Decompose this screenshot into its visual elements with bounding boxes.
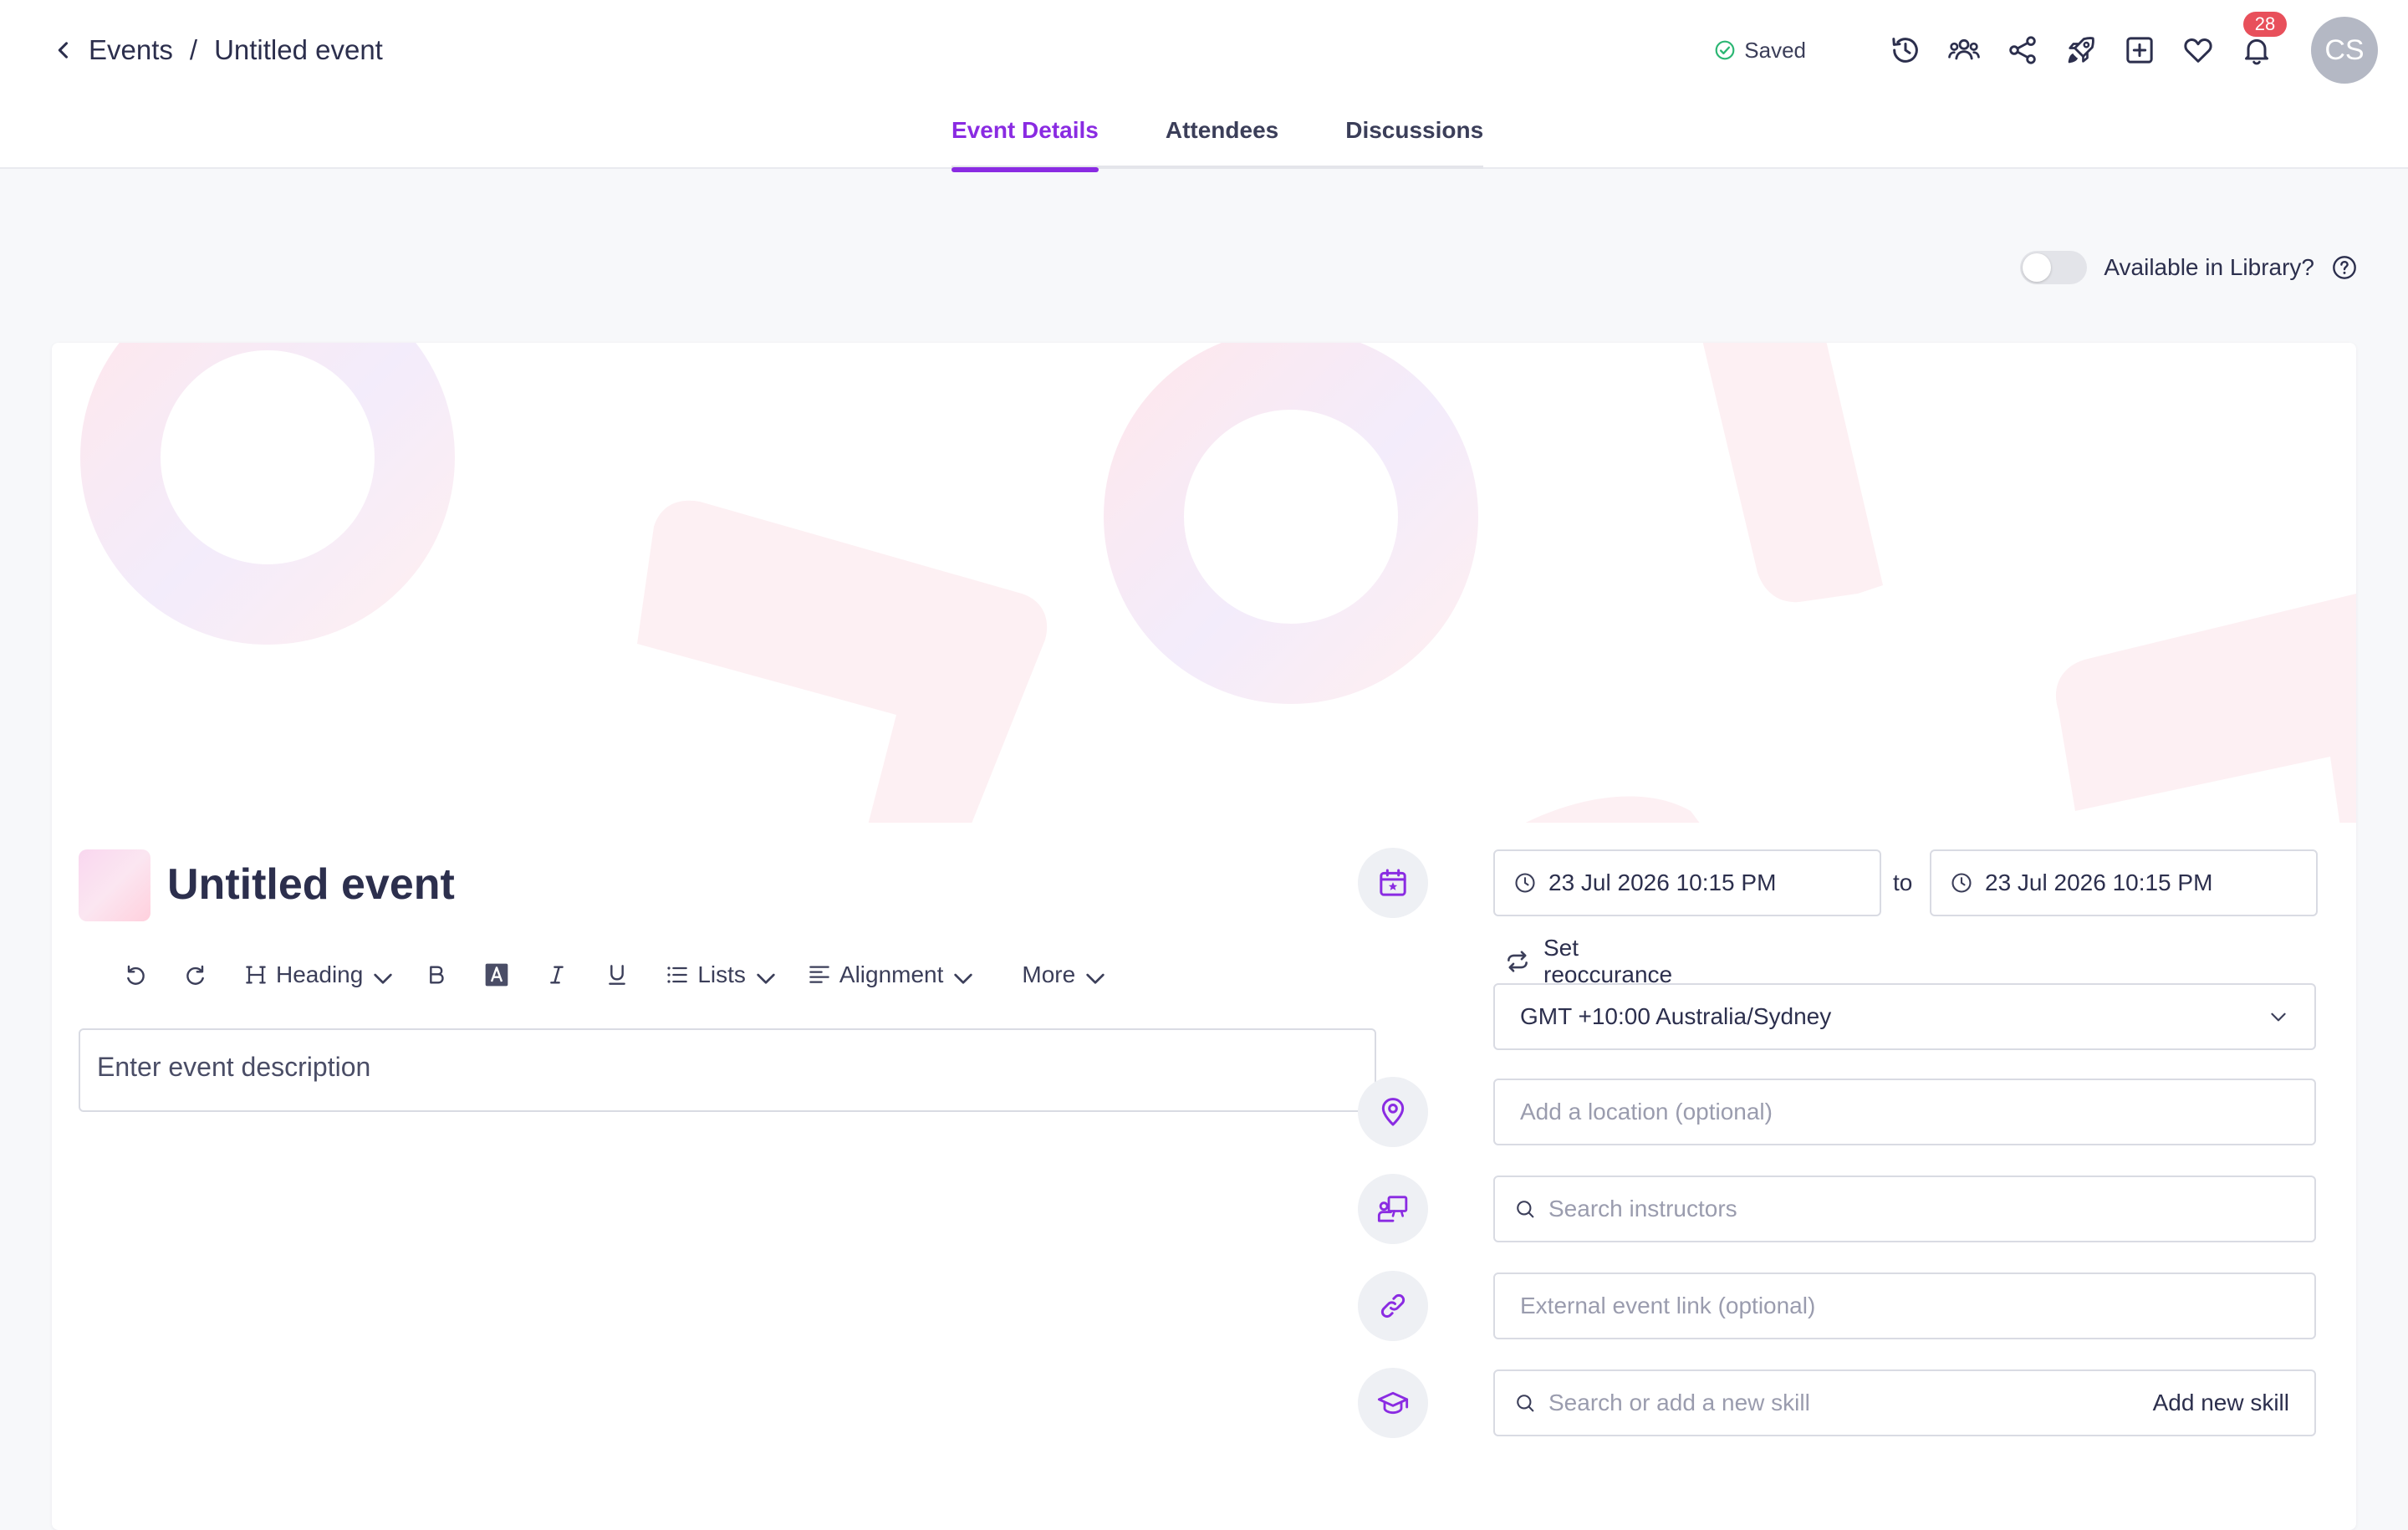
presentation-icon [1376,1192,1410,1226]
instructors-placeholder: Search instructors [1548,1196,1737,1221]
external-link-input[interactable]: External event link (optional) [1493,1272,2316,1339]
check-circle-icon [1714,39,1736,61]
tab-bar: Event Details Attendees Discussions [951,107,1484,172]
underline-button[interactable] [587,950,647,1000]
tab-attendees[interactable]: Attendees [1166,107,1278,169]
redo-button[interactable] [166,950,226,1000]
search-icon [1513,1391,1537,1415]
rocket-icon[interactable] [2064,33,2098,67]
header-actions: Saved 28 CS [1714,12,2378,85]
saved-status: Saved [1714,38,1806,64]
repeat-icon [1503,947,1532,976]
add-new-skill-button[interactable]: Add new skill [2153,1390,2289,1416]
set-recurrence-button[interactable]: Set reoccurance [1503,935,1672,988]
more-dropdown[interactable]: More [1005,950,1119,1000]
date-range-separator: to [1893,870,1913,895]
library-availability: Available in Library? [2020,251,2358,284]
list-icon [664,961,691,988]
event-title[interactable]: Untitled event [167,859,455,910]
chevron-down-icon [950,965,973,985]
lists-label: Lists [697,961,746,987]
users-icon[interactable] [1947,33,1981,67]
heart-icon[interactable] [2181,33,2215,67]
saved-label: Saved [1744,37,1806,63]
redo-icon [182,961,209,988]
date-row-icon [1358,848,1428,918]
start-date-value: 23 Jul 2026 10:15 PM [1548,870,1777,895]
more-label: More [1022,961,1076,987]
timezone-select[interactable]: GMT +10:00 Australia/Sydney [1493,983,2316,1050]
location-placeholder: Add a location (optional) [1520,1099,1773,1125]
calendar-icon [1376,866,1410,900]
instructors-search-input[interactable]: Search instructors [1493,1176,2316,1242]
link-row-icon [1358,1271,1428,1341]
heading-dropdown[interactable]: Heading [226,950,406,1000]
clock-icon [1513,871,1537,895]
align-left-icon [806,961,833,988]
chevron-down-icon [2268,1006,2289,1028]
plus-square-icon[interactable] [2123,33,2156,67]
breadcrumb-events-link[interactable]: Events [89,34,173,66]
location-input[interactable]: Add a location (optional) [1493,1079,2316,1145]
end-date-value: 23 Jul 2026 10:15 PM [1985,870,2213,895]
chevron-down-icon [1082,965,1105,985]
set-recurrence-label: Set reoccurance [1543,935,1673,987]
breadcrumb: Events / Untitled event [52,30,383,70]
bell-icon[interactable]: 28 [2240,12,2287,67]
undo-button[interactable] [105,950,166,1000]
chevron-down-icon [752,965,775,985]
highlight-button[interactable] [467,950,527,1000]
notification-badge: 28 [2243,12,2287,37]
share-icon[interactable] [2006,33,2039,67]
text-highlight-icon [483,961,510,988]
tab-discussions[interactable]: Discussions [1345,107,1483,169]
library-toggle[interactable] [2020,251,2088,284]
end-date-field[interactable]: 23 Jul 2026 10:15 PM [1930,849,2318,916]
breadcrumb-current: Untitled event [214,34,383,65]
breadcrumb-separator: / [189,34,198,65]
help-circle-icon[interactable] [2331,254,2358,281]
external-link-placeholder: External event link (optional) [1520,1293,1816,1318]
lists-dropdown[interactable]: Lists [647,950,789,1000]
chevron-down-icon [370,965,392,985]
tab-event-details[interactable]: Event Details [951,107,1099,172]
italic-button[interactable] [527,950,587,1000]
heading-label: Heading [276,961,364,987]
search-icon [1513,1197,1537,1221]
italic-icon [543,961,570,988]
event-banner[interactable] [52,343,2356,823]
instructors-row-icon [1358,1174,1428,1244]
start-date-field[interactable]: 23 Jul 2026 10:15 PM [1493,849,1881,916]
alignment-label: Alignment [839,961,944,987]
graduation-cap-icon [1376,1386,1410,1420]
chevron-left-icon[interactable] [52,38,75,62]
map-pin-icon [1376,1095,1410,1129]
location-row-icon [1358,1077,1428,1147]
alignment-dropdown[interactable]: Alignment [789,950,987,1000]
underline-icon [604,961,630,988]
skills-row-icon [1358,1368,1428,1438]
top-bar: Events / Untitled event Saved 28 CS Even… [0,0,2408,172]
event-card: Untitled event Heading Lists Alignment M… [52,343,2356,1530]
bold-button[interactable] [406,950,467,1000]
skill-placeholder: Search or add a new skill [1548,1390,1810,1415]
timezone-value: GMT +10:00 Australia/Sydney [1520,1003,1832,1029]
library-label: Available in Library? [2104,254,2314,280]
heading-icon [242,961,269,988]
link-icon [1376,1289,1410,1323]
skill-search-input[interactable]: Search or add a new skill Add new skill [1493,1369,2316,1436]
event-description-input[interactable]: Enter event description [79,1028,1376,1112]
history-icon[interactable] [1889,33,1922,67]
clock-icon [1950,871,1973,895]
avatar[interactable]: CS [2311,17,2378,84]
event-thumbnail[interactable] [79,849,150,921]
editor-toolbar: Heading Lists Alignment More [105,950,1119,1000]
undo-icon [122,961,149,988]
bold-icon [423,961,450,988]
